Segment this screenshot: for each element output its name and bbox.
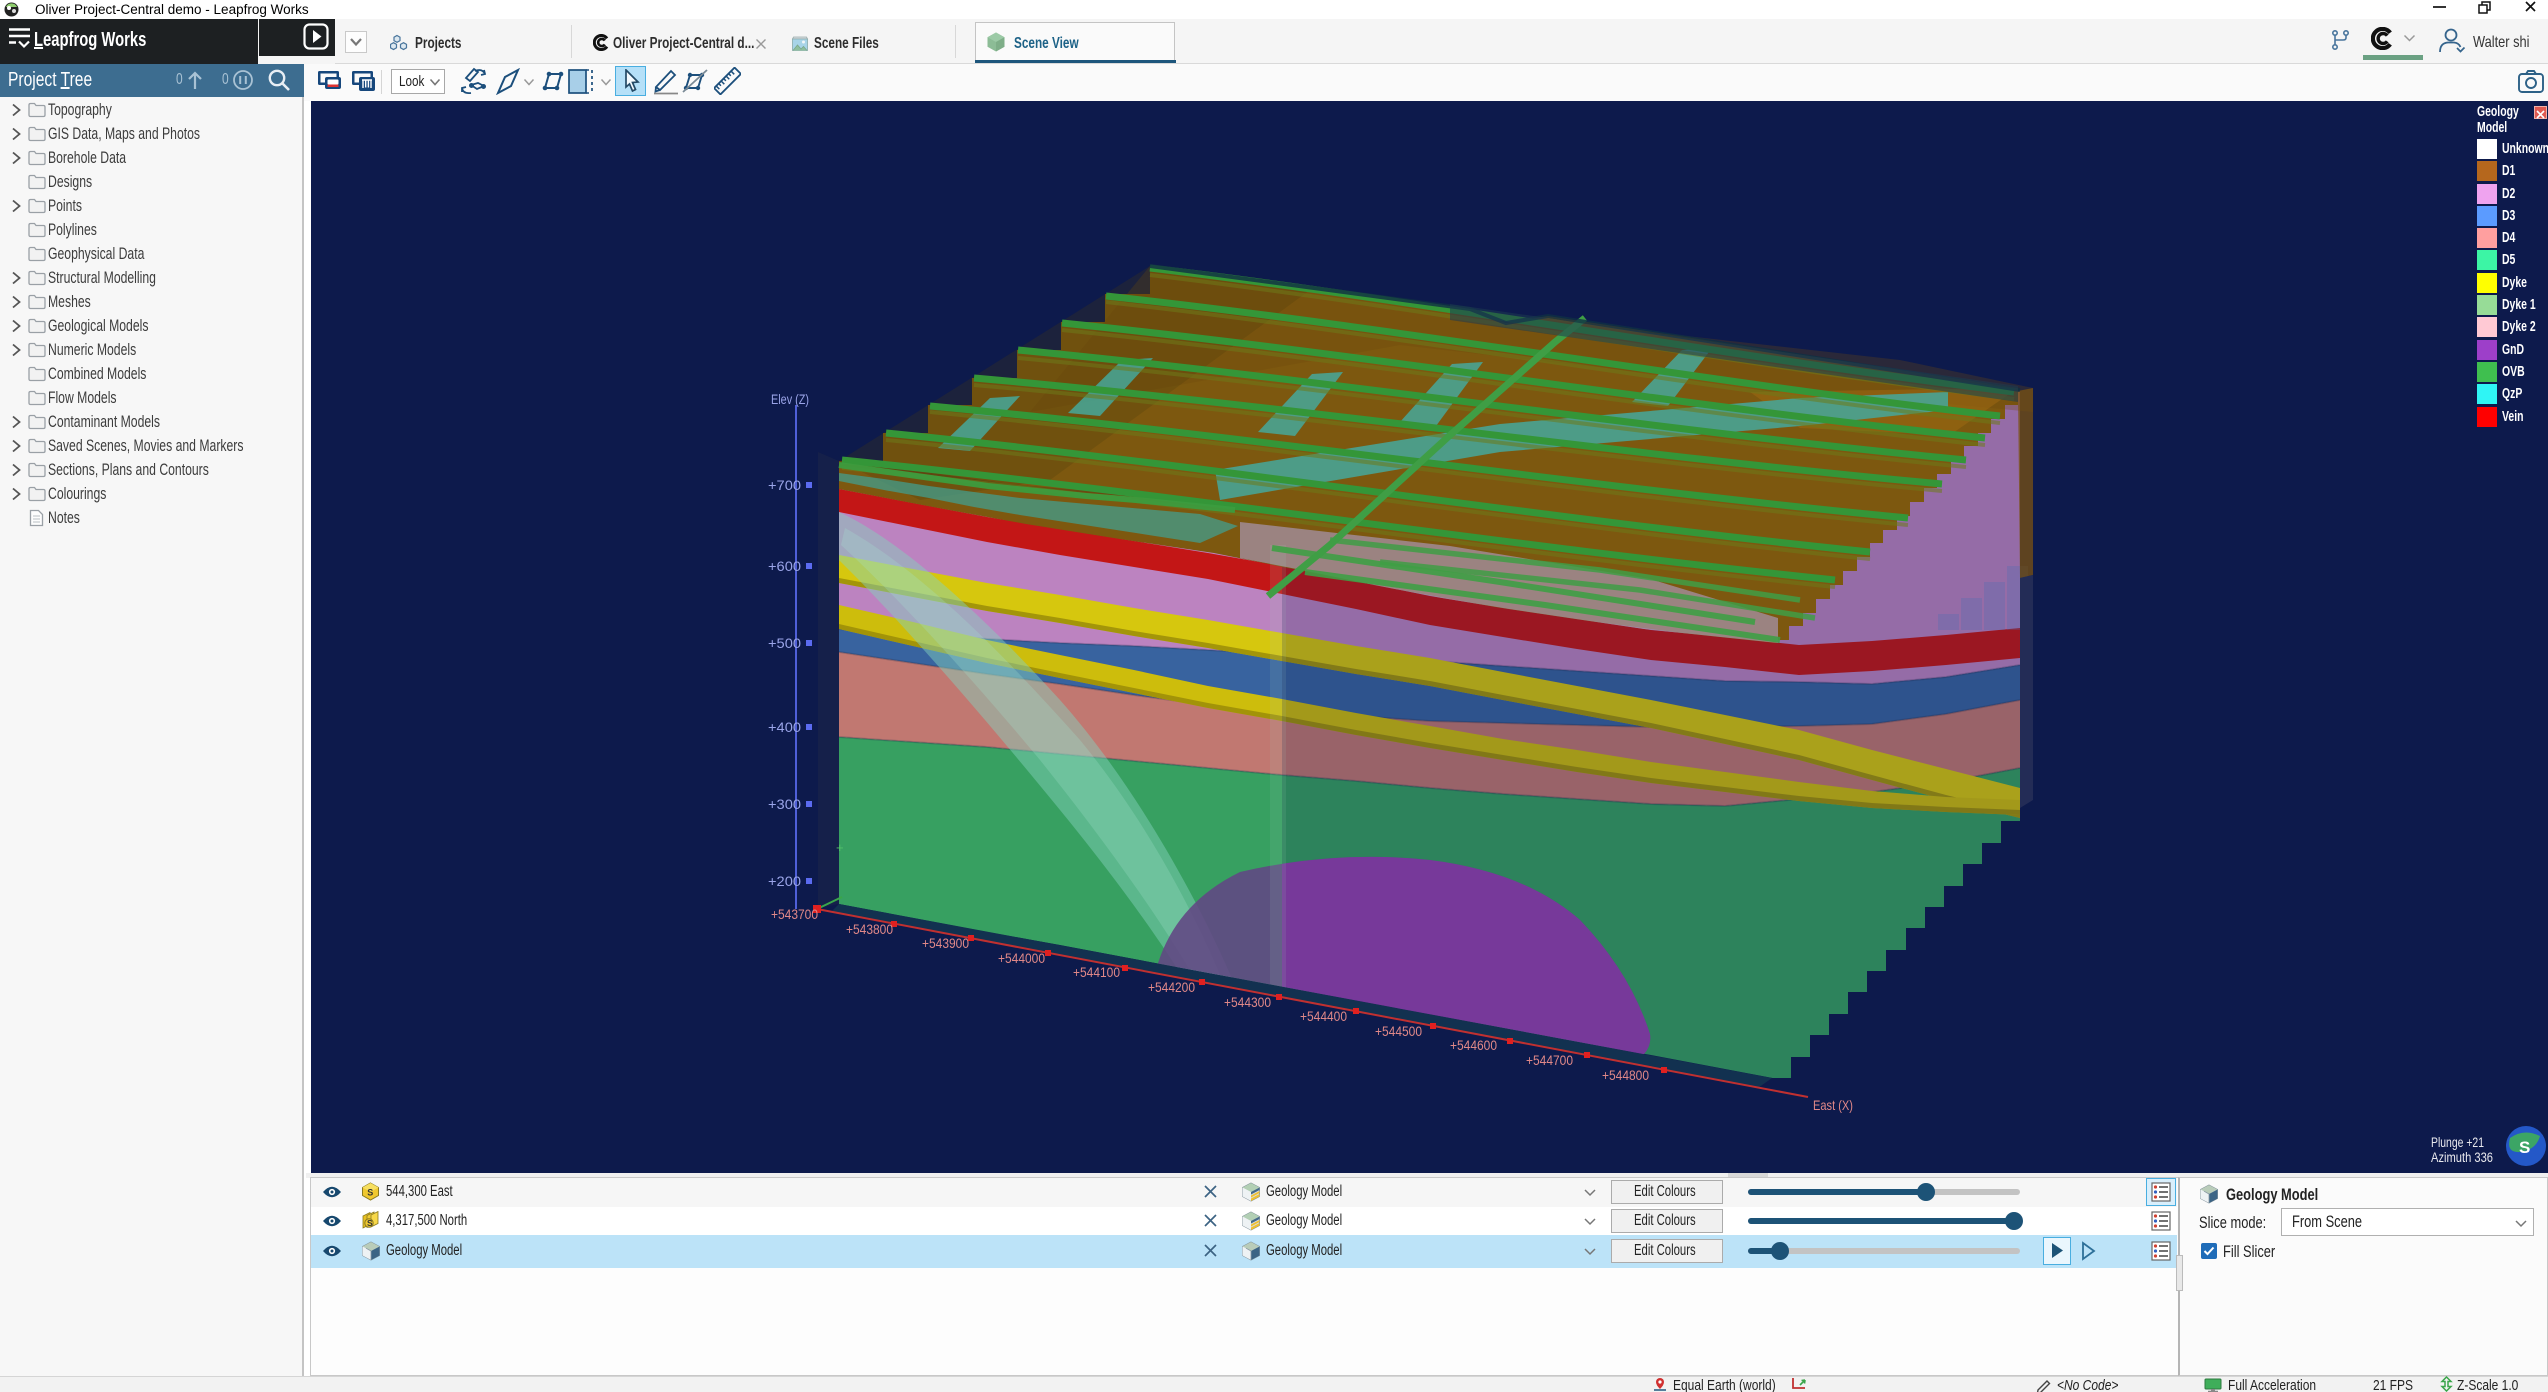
svg-text:+543900: +543900: [922, 935, 969, 951]
svg-text:Azimuth 336: Azimuth 336: [2431, 1150, 2493, 1165]
svg-text:+544700: +544700: [1526, 1052, 1573, 1068]
svg-text:+: +: [836, 840, 844, 855]
svg-text:+543700: +543700: [771, 906, 818, 922]
svg-text:+500: +500: [768, 635, 801, 651]
svg-text:+544100: +544100: [1073, 964, 1120, 980]
svg-text:+200: +200: [768, 873, 801, 889]
svg-text:+600: +600: [768, 558, 801, 574]
svg-text:+700: +700: [768, 477, 801, 493]
svg-text:+300: +300: [768, 796, 801, 812]
svg-text:S: S: [367, 1188, 373, 1198]
svg-text:Elev (Z): Elev (Z): [771, 391, 809, 407]
svg-text:S: S: [2519, 1138, 2530, 1157]
svg-text:+544300: +544300: [1224, 994, 1271, 1010]
svg-text:+544600: +544600: [1450, 1037, 1497, 1053]
svg-text:+544000: +544000: [998, 950, 1045, 966]
svg-text:+400: +400: [768, 719, 801, 735]
svg-text:East (X): East (X): [1813, 1097, 1853, 1113]
svg-text:+543800: +543800: [846, 921, 893, 937]
svg-text:+544400: +544400: [1300, 1008, 1347, 1024]
svg-text:+544200: +544200: [1148, 979, 1195, 995]
svg-text:+544500: +544500: [1375, 1023, 1422, 1039]
svg-text:Plunge +21: Plunge +21: [2431, 1135, 2484, 1150]
svg-text:S: S: [367, 1218, 373, 1228]
svg-text:+544800: +544800: [1602, 1067, 1649, 1083]
